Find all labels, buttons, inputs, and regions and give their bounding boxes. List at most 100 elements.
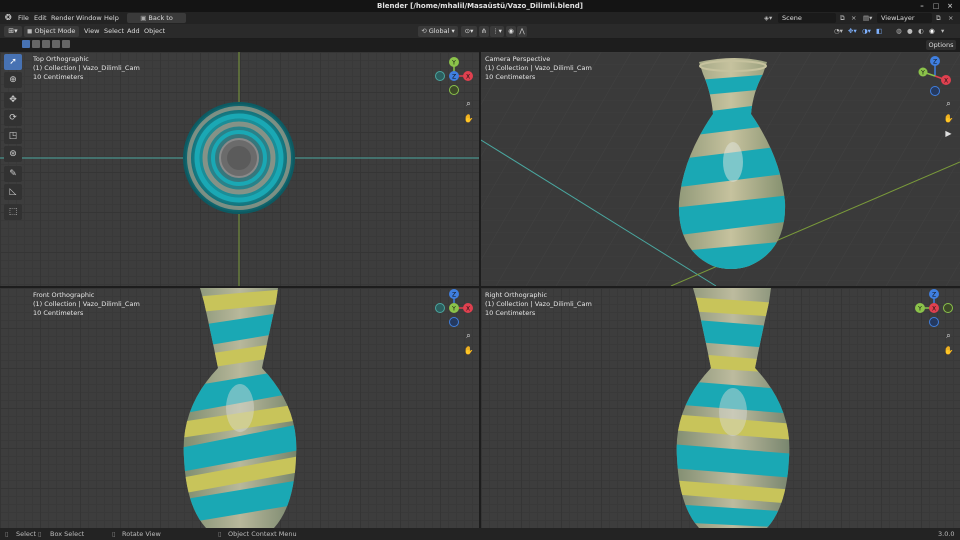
gizmo-toggle-icon[interactable]: ✥▾: [848, 26, 857, 37]
overlays-icon[interactable]: ◑▾: [862, 26, 871, 37]
measure-tool-icon[interactable]: ◺: [4, 184, 22, 200]
select-subtract-icon[interactable]: [42, 40, 50, 48]
viewport-scale: 10 Centimeters: [485, 309, 536, 317]
status-box-select: Box Select: [50, 530, 85, 538]
status-context-menu: Object Context Menu: [228, 530, 297, 538]
snap-target-icon[interactable]: ⋮▾: [490, 26, 504, 37]
remove-viewlayer-icon[interactable]: ×: [948, 12, 953, 24]
pan-hand-icon[interactable]: ✋: [463, 113, 474, 124]
gizmo-x-label: X: [932, 306, 936, 313]
back-to-previous-button[interactable]: ▣ Back to Previous: [127, 13, 186, 32]
navigation-gizmo[interactable]: Z X Y: [915, 56, 955, 96]
pan-hand-icon[interactable]: ✋: [943, 345, 954, 356]
material-shading-icon[interactable]: ◐: [918, 26, 924, 37]
xray-icon[interactable]: ◧: [876, 26, 882, 37]
viewport-right-orthographic[interactable]: Right Orthographic (1) Collection | Vazo…: [481, 288, 960, 528]
scale-tool-icon[interactable]: ◳: [4, 128, 22, 144]
pivot-point-icon[interactable]: ⊙▾: [461, 26, 477, 37]
viewport-name: Right Orthographic: [485, 291, 548, 299]
solid-shading-icon[interactable]: ●: [907, 26, 913, 37]
menu-file[interactable]: File: [18, 12, 29, 24]
menu-render[interactable]: Render: [51, 12, 74, 24]
pan-hand-icon[interactable]: ✋: [463, 345, 474, 356]
orientation-icon: ⟲: [421, 27, 429, 35]
shading-options-icon[interactable]: ▾: [941, 26, 944, 37]
zoom-icon[interactable]: ⌕: [943, 98, 954, 109]
gizmo-x-label: X: [466, 306, 470, 313]
viewport-collection: (1) Collection | Vazo_Dilimli_Cam: [485, 64, 592, 72]
menu-help[interactable]: Help: [104, 12, 119, 24]
pan-hand-icon[interactable]: ✋: [943, 113, 954, 124]
menu-edit[interactable]: Edit: [34, 12, 47, 24]
menu-view[interactable]: View: [84, 26, 99, 37]
visibility-icon[interactable]: ◔▾: [834, 26, 843, 37]
close-icon[interactable]: ×: [946, 2, 954, 10]
viewport-top-orthographic[interactable]: Top Orthographic (1) Collection | Vazo_D…: [0, 52, 479, 286]
falloff-icon[interactable]: ⋀: [517, 26, 527, 37]
zoom-icon[interactable]: ⌕: [943, 330, 954, 341]
gizmo-y-label: Y: [451, 306, 456, 313]
proportional-edit-icon[interactable]: ◉: [506, 26, 516, 37]
viewport-front-orthographic[interactable]: Front Orthographic (1) Collection | Vazo…: [0, 288, 479, 528]
wireframe-shading-icon[interactable]: ◍: [896, 26, 902, 37]
annotate-tool-icon[interactable]: ✎: [4, 166, 22, 182]
gizmo-z-label: Z: [932, 292, 936, 299]
select-mode-group: [22, 40, 72, 49]
move-tool-icon[interactable]: ✥: [4, 92, 22, 108]
front-view-canvas: [183, 288, 297, 528]
window-title: Blender [/home/mhalil/Masaüstü/Vazo_Dili…: [377, 2, 583, 10]
menu-window[interactable]: Window: [76, 12, 102, 24]
viewport-name: Camera Perspective: [485, 55, 551, 63]
zoom-icon[interactable]: ⌕: [463, 98, 474, 109]
navigation-gizmo[interactable]: Z X Y: [434, 288, 474, 328]
editor-type-icon[interactable]: ⊞▾: [4, 26, 22, 37]
mouse-right-icon: ▯: [218, 530, 222, 538]
viewlayer-icon[interactable]: ▤▾: [863, 12, 872, 24]
options-dropdown[interactable]: Options ▾: [926, 40, 956, 59]
scene-field[interactable]: Scene: [778, 13, 836, 23]
viewport-camera-perspective[interactable]: Camera Perspective (1) Collection | Vazo…: [481, 52, 960, 286]
mouse-middle-icon: ▯: [112, 530, 116, 538]
status-select: Select: [16, 530, 37, 538]
rendered-shading-icon[interactable]: ◉: [929, 26, 935, 37]
select-intersect-icon[interactable]: [62, 40, 70, 48]
add-cube-tool-icon[interactable]: ⬚: [4, 204, 22, 220]
transform-tool-icon[interactable]: ⊛: [4, 146, 22, 162]
viewport-info: Right Orthographic (1) Collection | Vazo…: [485, 291, 592, 318]
select-extend-icon[interactable]: [32, 40, 40, 48]
object-mode-dropdown[interactable]: ◼ Object Mode ▾: [24, 26, 79, 46]
navigation-gizmo[interactable]: Z Y X: [914, 288, 954, 328]
remove-scene-icon[interactable]: ×: [851, 12, 856, 24]
select-new-icon[interactable]: [22, 40, 30, 48]
viewport-scale: 10 Centimeters: [485, 73, 536, 81]
window-titlebar: Blender [/home/mhalil/Masaüstü/Vazo_Dili…: [0, 0, 960, 12]
blender-logo-icon[interactable]: ❂: [5, 12, 12, 24]
maximize-icon[interactable]: □: [932, 2, 940, 10]
rotate-tool-icon[interactable]: ⟳: [4, 110, 22, 126]
navigation-gizmo[interactable]: Y X Z: [434, 56, 474, 96]
cursor-tool-icon[interactable]: ⊕: [4, 72, 22, 88]
transform-orientation-dropdown[interactable]: ⟲ Global ▾: [418, 26, 458, 37]
vase-front-view: [183, 288, 297, 528]
gizmo-y-label: Y: [920, 70, 925, 77]
new-scene-icon[interactable]: ⧉: [840, 12, 845, 24]
mouse-drag-icon: ▯: [38, 530, 42, 538]
horizontal-splitter[interactable]: [0, 286, 960, 288]
perspective-canvas: [481, 52, 960, 286]
snap-toggle-icon[interactable]: ⋔: [479, 26, 489, 37]
menu-object[interactable]: Object: [144, 26, 165, 37]
viewport-scale: 10 Centimeters: [33, 309, 84, 317]
mouse-left-icon: ▯: [5, 530, 9, 538]
new-viewlayer-icon[interactable]: ⧉: [936, 12, 941, 24]
zoom-icon[interactable]: ⌕: [463, 330, 474, 341]
vertical-splitter[interactable]: [479, 52, 481, 528]
viewlayer-field[interactable]: ViewLayer: [877, 13, 932, 23]
scene-icon[interactable]: ◈▾: [764, 12, 772, 24]
minimize-icon[interactable]: –: [918, 2, 926, 10]
camera-view-icon[interactable]: ▶: [943, 128, 954, 139]
gizmo-y-label: Y: [917, 306, 922, 313]
select-invert-icon[interactable]: [52, 40, 60, 48]
menu-select[interactable]: Select: [104, 26, 124, 37]
select-tool-icon[interactable]: ➚: [4, 54, 22, 70]
menu-add[interactable]: Add: [127, 26, 140, 37]
